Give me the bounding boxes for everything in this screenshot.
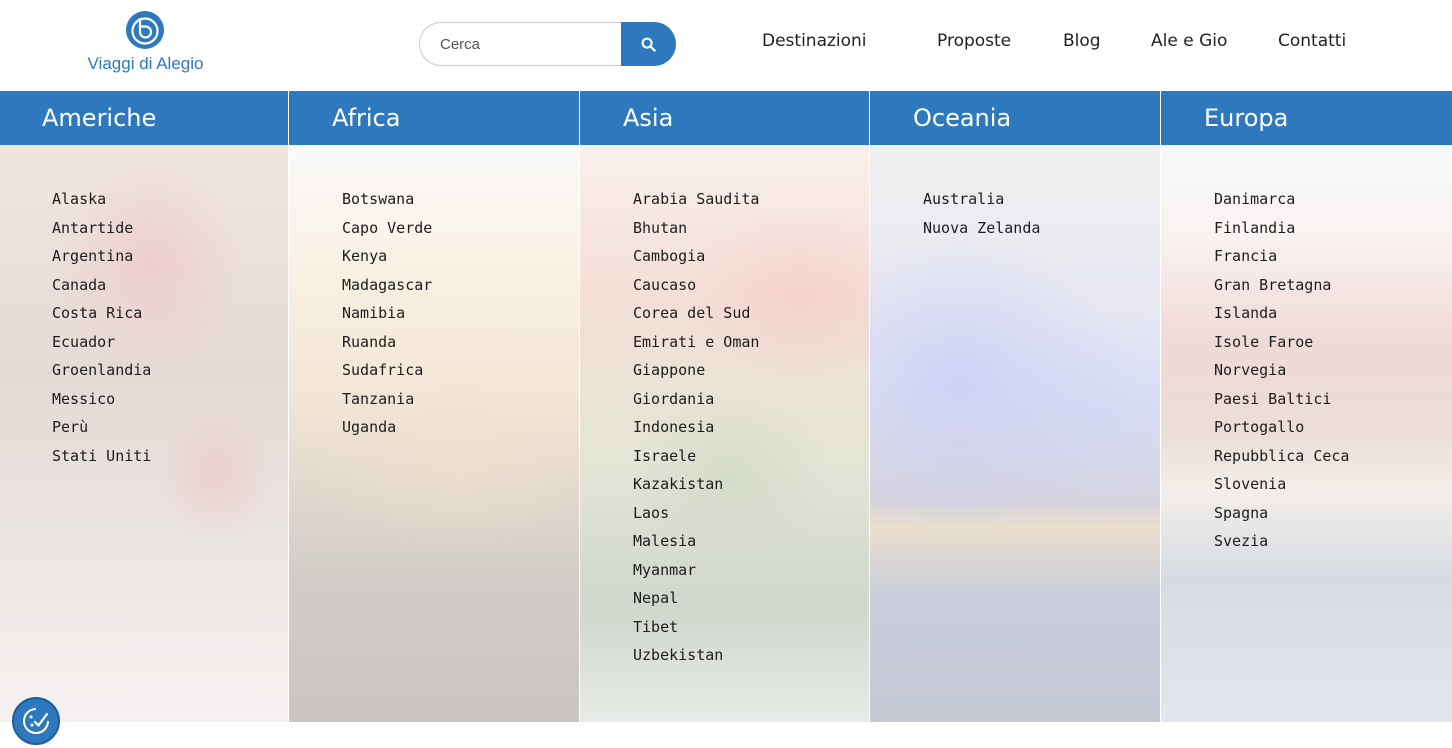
country-link[interactable]: Ruanda [342, 328, 432, 357]
image-overlay [289, 145, 579, 722]
search-bar [419, 22, 676, 66]
country-link[interactable]: Botswana [342, 185, 432, 214]
country-link[interactable]: Stati Uniti [52, 442, 151, 471]
alegio-logo-mark-icon [126, 11, 164, 49]
country-link[interactable]: Antartide [52, 214, 151, 243]
nav-item-blog[interactable]: Blog [1063, 31, 1101, 51]
country-link[interactable]: Danimarca [1214, 185, 1349, 214]
country-link[interactable]: Canada [52, 271, 151, 300]
region-title[interactable]: Africa [289, 91, 579, 145]
country-link[interactable]: Israele [633, 442, 759, 471]
country-link[interactable]: Namibia [342, 299, 432, 328]
region-title[interactable]: Americhe [0, 91, 288, 145]
country-link[interactable]: Corea del Sud [633, 299, 759, 328]
region-title[interactable]: Asia [580, 91, 869, 145]
country-link[interactable]: Madagascar [342, 271, 432, 300]
nav-item-contatti[interactable]: Contatti [1278, 31, 1346, 51]
country-link[interactable]: Norvegia [1214, 356, 1349, 385]
country-link[interactable]: Francia [1214, 242, 1349, 271]
region-column-oceania: Oceania Australia Nuova Zelanda [870, 91, 1161, 722]
country-list: Australia Nuova Zelanda [923, 185, 1040, 242]
country-link[interactable]: Indonesia [633, 413, 759, 442]
cookie-consent-icon [23, 708, 49, 734]
country-link[interactable]: Ecuador [52, 328, 151, 357]
country-link[interactable]: Uzbekistan [633, 641, 759, 670]
search-icon [641, 37, 656, 52]
country-link[interactable]: Isole Faroe [1214, 328, 1349, 357]
country-link[interactable]: Sudafrica [342, 356, 432, 385]
country-list: Arabia Saudita Bhutan Cambogia Caucaso C… [633, 185, 759, 670]
country-link[interactable]: Spagna [1214, 499, 1349, 528]
country-link[interactable]: Caucaso [633, 271, 759, 300]
country-link[interactable]: Uganda [342, 413, 432, 442]
country-link[interactable]: Portogallo [1214, 413, 1349, 442]
nav-item-destinazioni[interactable]: Destinazioni [762, 31, 867, 51]
country-list: Danimarca Finlandia Francia Gran Bretagn… [1214, 185, 1349, 556]
region-column-europa: Europa Danimarca Finlandia Francia Gran … [1161, 91, 1452, 722]
country-link[interactable]: Costa Rica [52, 299, 151, 328]
country-link[interactable]: Messico [52, 385, 151, 414]
country-link[interactable]: Giordania [633, 385, 759, 414]
country-link[interactable]: Repubblica Ceca [1214, 442, 1349, 471]
brand-name: Viaggi di Alegio [87, 54, 204, 73]
country-link[interactable]: Perù [52, 413, 151, 442]
region-title[interactable]: Europa [1161, 91, 1452, 145]
country-link[interactable]: Gran Bretagna [1214, 271, 1349, 300]
cookie-consent-button[interactable] [12, 697, 60, 745]
country-link[interactable]: Nuova Zelanda [923, 214, 1040, 243]
country-link[interactable]: Groenlandia [52, 356, 151, 385]
country-list: Alaska Antartide Argentina Canada Costa … [52, 185, 151, 470]
country-link[interactable]: Nepal [633, 584, 759, 613]
region-column-americhe: Americhe Alaska Antartide Argentina Cana… [0, 91, 289, 722]
nav-item-proposte[interactable]: Proposte [937, 31, 1011, 51]
country-link[interactable]: Finlandia [1214, 214, 1349, 243]
region-column-asia: Asia Arabia Saudita Bhutan Cambogia Cauc… [580, 91, 870, 722]
country-link[interactable]: Slovenia [1214, 470, 1349, 499]
search-button[interactable] [621, 22, 676, 66]
country-link[interactable]: Kenya [342, 242, 432, 271]
site-header: Viaggi di Alegio Destinazioni Proposte B… [0, 0, 1452, 91]
country-link[interactable]: Emirati e Oman [633, 328, 759, 357]
country-link[interactable]: Kazakistan [633, 470, 759, 499]
country-link[interactable]: Malesia [633, 527, 759, 556]
country-link[interactable]: Cambogia [633, 242, 759, 271]
country-link[interactable]: Paesi Baltici [1214, 385, 1349, 414]
country-link[interactable]: Bhutan [633, 214, 759, 243]
search-input[interactable] [419, 22, 629, 66]
region-title[interactable]: Oceania [870, 91, 1160, 145]
country-link[interactable]: Islanda [1214, 299, 1349, 328]
country-link[interactable]: Australia [923, 185, 1040, 214]
country-link[interactable]: Giappone [633, 356, 759, 385]
destinations-mega-menu: Americhe Alaska Antartide Argentina Cana… [0, 91, 1452, 722]
country-link[interactable]: Myanmar [633, 556, 759, 585]
country-link[interactable]: Svezia [1214, 527, 1349, 556]
country-link[interactable]: Argentina [52, 242, 151, 271]
nav-item-ale-e-gio[interactable]: Ale e Gio [1151, 31, 1227, 51]
country-list: Botswana Capo Verde Kenya Madagascar Nam… [342, 185, 432, 442]
country-link[interactable]: Arabia Saudita [633, 185, 759, 214]
country-link[interactable]: Tanzania [342, 385, 432, 414]
region-column-africa: Africa Botswana Capo Verde Kenya Madagas… [289, 91, 580, 722]
site-logo[interactable]: Viaggi di Alegio [78, 10, 213, 76]
country-link[interactable]: Alaska [52, 185, 151, 214]
country-link[interactable]: Laos [633, 499, 759, 528]
country-link[interactable]: Capo Verde [342, 214, 432, 243]
country-link[interactable]: Tibet [633, 613, 759, 642]
